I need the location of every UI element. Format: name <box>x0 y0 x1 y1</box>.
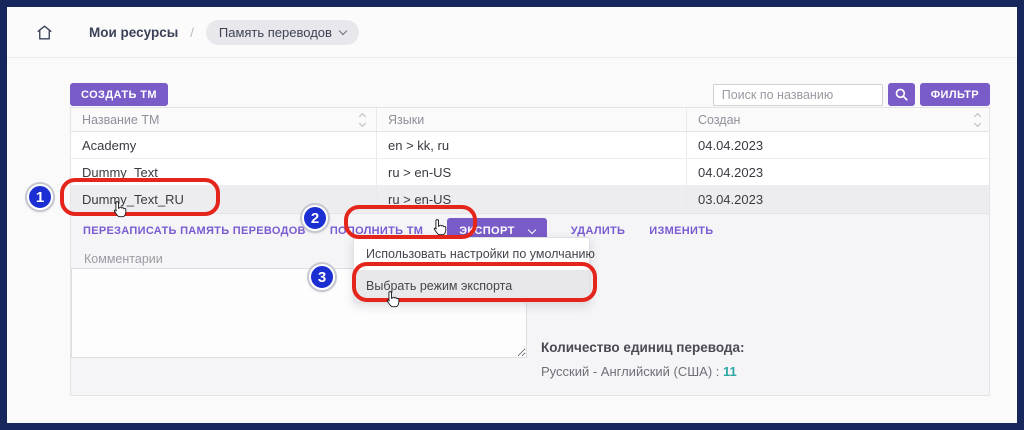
units-count: 11 <box>723 364 737 379</box>
resource-type-dropdown[interactable]: Память переводов <box>205 19 359 45</box>
sort-icon[interactable] <box>358 112 367 127</box>
breadcrumb-root[interactable]: Мои ресурсы <box>89 25 178 40</box>
chevron-down-icon <box>338 26 348 35</box>
table-row[interactable]: Dummy_Text ru > en-US 04.04.2023 <box>71 159 989 186</box>
breadcrumb-separator: / <box>190 24 194 40</box>
table-header: Название ТМ Языки Создан <box>71 108 989 132</box>
annotation-step-1: 1 <box>27 184 53 210</box>
home-button[interactable] <box>33 21 55 43</box>
tm-table: Название ТМ Языки Создан Academy en > kk,… <box>70 107 990 214</box>
replenish-tm-link[interactable]: ПОПОЛНИТЬ ТМ <box>330 225 423 237</box>
sort-icon[interactable] <box>973 112 982 127</box>
menu-item-default-settings[interactable]: Использовать настройки по умолчанию <box>354 238 595 270</box>
breadcrumb: Мои ресурсы / Память переводов <box>7 7 1017 58</box>
units-title: Количество единиц перевода: <box>541 340 745 355</box>
annotation-step-3: 3 <box>309 264 335 290</box>
toolbar: СОЗДАТЬ ТМ ФИЛЬТР <box>70 83 990 106</box>
overwrite-tm-link[interactable]: ПЕРЕЗАПИСАТЬ ПАМЯТЬ ПЕРЕВОДОВ <box>83 225 306 237</box>
cursor-icon <box>386 291 400 308</box>
annotation-step-2: 2 <box>302 205 328 231</box>
units-pair-label: Русский - Английский (США) : <box>541 364 720 379</box>
search-icon <box>895 88 908 101</box>
filter-button[interactable]: ФИЛЬТР <box>919 83 990 106</box>
app-window: Мои ресурсы / Память переводов СОЗДАТЬ Т… <box>0 0 1024 430</box>
table-row-selected[interactable]: Dummy_Text_RU ru > en-US 03.04.2023 <box>71 186 989 213</box>
resource-type-label: Память переводов <box>218 24 332 40</box>
home-icon <box>36 24 52 40</box>
table-row[interactable]: Academy en > kk, ru 04.04.2023 <box>71 132 989 159</box>
column-header-name: Название ТМ <box>82 112 160 127</box>
chevron-down-icon <box>527 225 536 234</box>
search-button[interactable] <box>887 83 915 106</box>
edit-tm-link[interactable]: ИЗМЕНИТЬ <box>649 225 713 237</box>
comments-label: Комментарии <box>84 252 163 266</box>
column-header-created: Создан <box>698 112 741 127</box>
units-line: Русский - Английский (США) : 11 <box>541 364 737 379</box>
cursor-icon <box>113 201 127 218</box>
create-tm-button[interactable]: СОЗДАТЬ ТМ <box>70 83 168 106</box>
column-header-languages: Языки <box>388 112 425 127</box>
cursor-icon <box>433 219 447 236</box>
search-input[interactable] <box>712 83 883 106</box>
delete-tm-link[interactable]: УДАЛИТЬ <box>571 225 626 237</box>
